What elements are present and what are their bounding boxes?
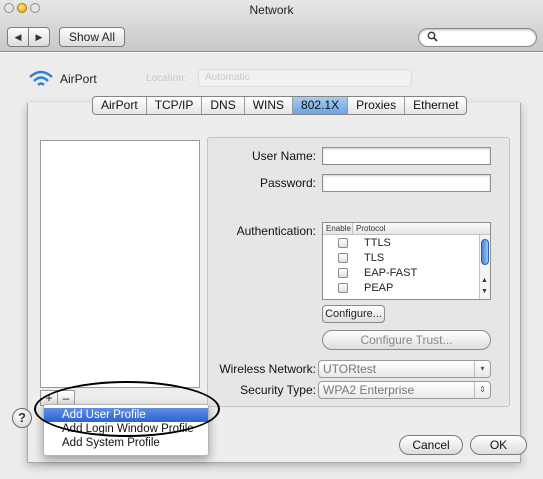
remove-profile-button[interactable]: – [57,391,74,405]
scroll-down-icon[interactable]: ▼ [481,288,488,295]
menu-item-add-system-profile[interactable]: Add System Profile [44,436,208,450]
location-value: Automatic [205,72,250,83]
add-profile-menu: Add User Profile Add Login Window Profil… [43,404,209,456]
ok-button[interactable]: OK [470,435,527,455]
protocol-name: TLS [364,251,385,264]
tab-bar: AirPort TCP/IP DNS WINS 802.1X Proxies E… [92,96,468,115]
back-button[interactable]: ◀ [8,28,28,46]
wireless-network-value: UTORtest [323,362,377,376]
security-type-select[interactable]: WPA2 Enterprise ⇕ [318,381,491,399]
chevron-down-icon: ▾ [474,361,490,377]
user-name-field[interactable] [322,147,491,165]
tab-802-1x[interactable]: 802.1X [292,97,348,114]
enable-checkbox[interactable] [338,282,348,293]
back-forward-control: ◀ ▶ [7,27,50,47]
wireless-network-select[interactable]: UTORtest ▾ [318,360,491,378]
user-name-label: User Name: [251,149,316,163]
wifi-icon [29,70,53,86]
enable-checkbox[interactable] [338,237,348,248]
menu-item-add-user-profile[interactable]: Add User Profile [44,408,208,422]
location-select[interactable]: Automatic [198,69,412,87]
chevron-updown-icon: ⇕ [474,382,490,398]
show-all-button[interactable]: Show All [59,27,125,47]
configure-trust-button[interactable]: Configure Trust... [322,330,491,350]
protocol-table-header: Enable Protocol [323,223,490,235]
table-row[interactable]: TTLS [323,235,490,250]
service-header: AirPort [28,67,97,91]
authentication-label: Authentication: [236,224,316,238]
enable-checkbox[interactable] [338,252,348,263]
configure-button[interactable]: Configure... [322,305,385,323]
add-profile-button[interactable]: + [41,391,57,405]
tab-ethernet[interactable]: Ethernet [404,97,466,114]
menu-item-add-login-window-profile[interactable]: Add Login Window Profile [44,422,208,436]
tab-wins[interactable]: WINS [243,97,292,114]
forward-button[interactable]: ▶ [28,28,49,46]
password-label: Password: [259,176,316,190]
table-row[interactable]: PEAP [323,280,490,295]
scroll-up-icon[interactable]: ▲ [481,277,488,284]
tab-proxies[interactable]: Proxies [347,97,404,114]
protocol-column-header[interactable]: Protocol [353,223,385,234]
table-row[interactable]: EAP-FAST [323,265,490,280]
tab-airport[interactable]: AirPort [93,97,146,114]
tab-tcp-ip[interactable]: TCP/IP [145,97,202,114]
search-icon [427,31,438,45]
enable-column-header[interactable]: Enable [323,223,353,234]
protocol-name: PEAP [364,281,394,294]
service-name: AirPort [60,72,97,86]
enable-checkbox[interactable] [338,267,348,278]
tab-dns[interactable]: DNS [201,97,243,114]
protocol-scrollbar[interactable]: ▲ ▼ [479,235,490,299]
cancel-button[interactable]: Cancel [399,435,463,455]
protocol-table: Enable Protocol TTLS TLS EAP-FAST PEAP ▲… [322,222,491,300]
table-row[interactable]: TLS [323,250,490,265]
search-field[interactable] [418,28,537,47]
help-button[interactable]: ? [12,408,32,428]
profile-list[interactable] [40,140,200,388]
window-title: Network [249,3,294,17]
window-toolbar: Network ◀ ▶ Show All [0,0,543,52]
wireless-network-label: Wireless Network: [219,362,316,376]
protocol-name: EAP-FAST [364,266,418,279]
protocol-name: TTLS [364,236,391,249]
password-field[interactable] [322,174,491,192]
location-label: Location: [146,73,187,84]
scroll-thumb[interactable] [481,239,489,265]
security-type-label: Security Type: [240,383,316,397]
security-type-value: WPA2 Enterprise [323,383,415,397]
